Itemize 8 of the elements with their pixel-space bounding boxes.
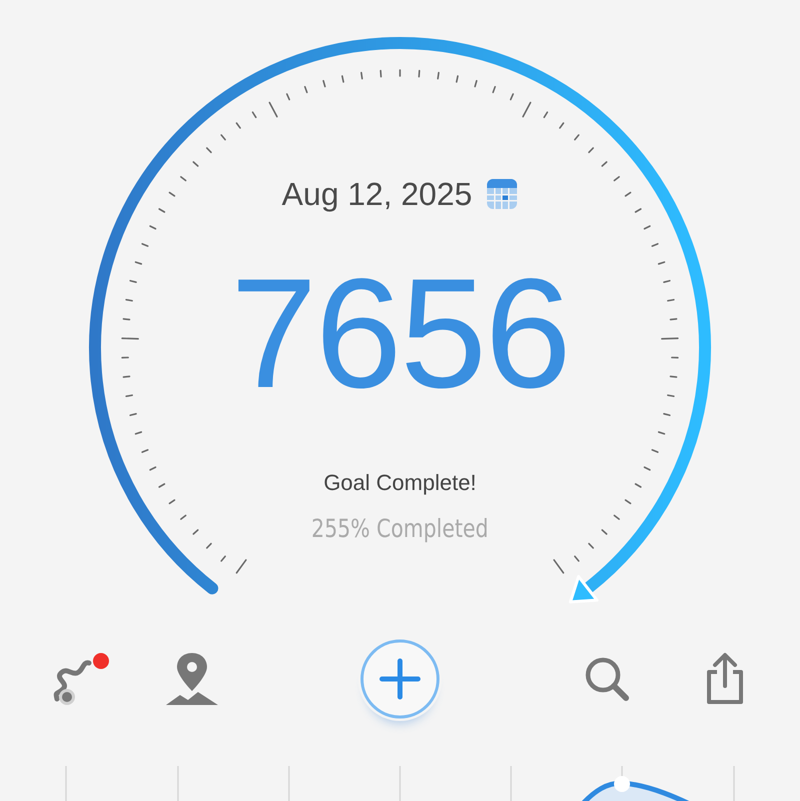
date-label: Aug 12, 2025 [282, 176, 472, 212]
step-count: 7656 [230, 256, 570, 412]
calendar-icon[interactable] [486, 178, 518, 210]
arrowhead [568, 575, 598, 604]
goal-status: Goal Complete! [324, 470, 476, 496]
completion-percent: 255% Completed [312, 514, 488, 543]
add-button[interactable] [358, 637, 442, 721]
add-icon [358, 637, 442, 721]
